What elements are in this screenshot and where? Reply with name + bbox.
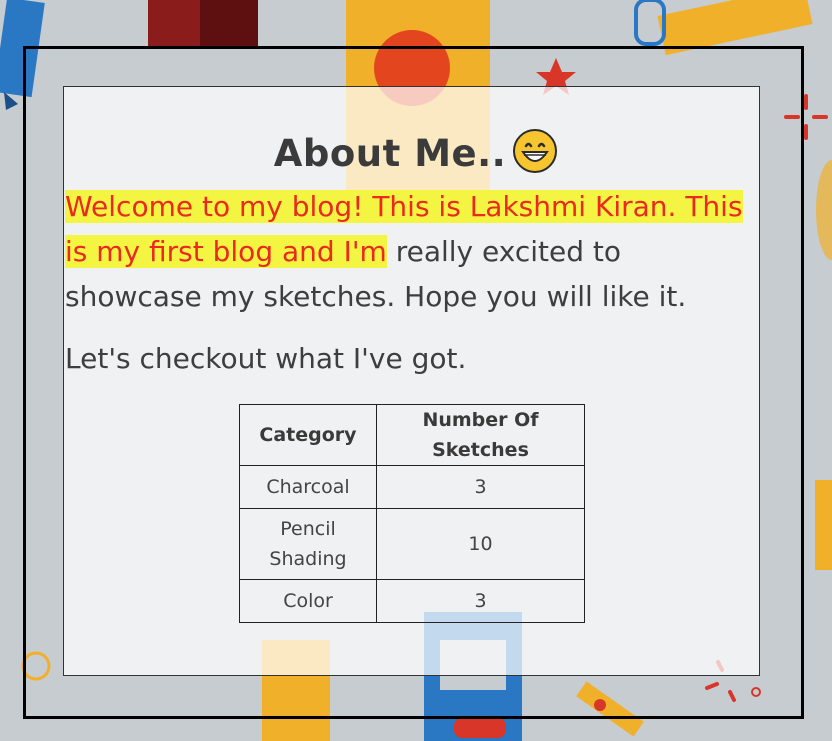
grinning-face-icon: [512, 128, 558, 183]
table-row: Pencil Shading 10: [239, 508, 585, 580]
row-count: 10: [376, 508, 585, 580]
table-row: Color 3: [239, 579, 585, 623]
intro-paragraph: Welcome to my blog! This is Lakshmi Kira…: [65, 184, 755, 319]
row-count: 3: [376, 579, 585, 623]
subtitle-text: Let's checkout what I've got.: [65, 342, 467, 375]
header-category: Category: [239, 404, 377, 466]
row-category: Pencil Shading: [239, 508, 377, 580]
header-count: Number Of Sketches: [376, 404, 585, 466]
page-title: About Me..: [0, 128, 832, 183]
table-header-row: Category Number Of Sketches: [239, 404, 585, 466]
row-count: 3: [376, 465, 585, 509]
row-category: Charcoal: [239, 465, 377, 509]
table-row: Charcoal 3: [239, 465, 585, 509]
sketch-table: Category Number Of Sketches Charcoal 3 P…: [239, 404, 585, 623]
row-category: Color: [239, 579, 377, 623]
